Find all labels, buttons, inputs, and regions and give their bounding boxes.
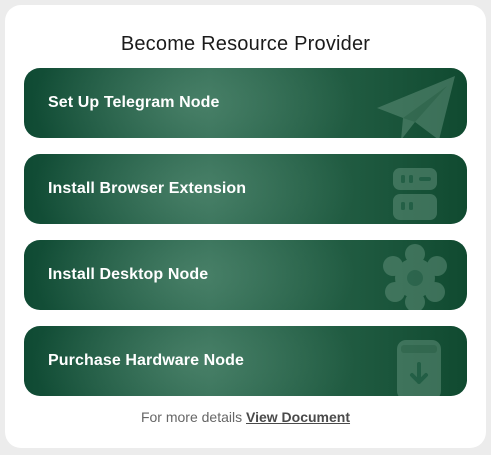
- server-icon: [357, 154, 467, 224]
- footer: For more details View Document: [5, 408, 486, 426]
- card-title: Become Resource Provider: [120, 33, 371, 55]
- install-desktop-node-button[interactable]: Install Desktop Node: [24, 240, 467, 310]
- gear-icon: [357, 240, 467, 310]
- option-label: Set Up Telegram Node: [48, 94, 220, 111]
- install-browser-extension-button[interactable]: Install Browser Extension: [24, 154, 467, 224]
- option-label: Install Desktop Node: [48, 266, 209, 283]
- view-document-link[interactable]: View Document: [246, 409, 350, 425]
- footer-text: For more details: [140, 409, 243, 425]
- paper-plane-icon: [357, 68, 467, 138]
- setup-telegram-node-button[interactable]: Set Up Telegram Node: [24, 68, 467, 138]
- purchase-hardware-node-button[interactable]: Purchase Hardware Node: [24, 326, 467, 396]
- hardware-device-icon: [357, 326, 467, 396]
- option-label: Purchase Hardware Node: [48, 352, 245, 369]
- option-label: Install Browser Extension: [48, 180, 247, 197]
- provider-card: Become Resource Provider Set Up Telegram…: [5, 5, 486, 448]
